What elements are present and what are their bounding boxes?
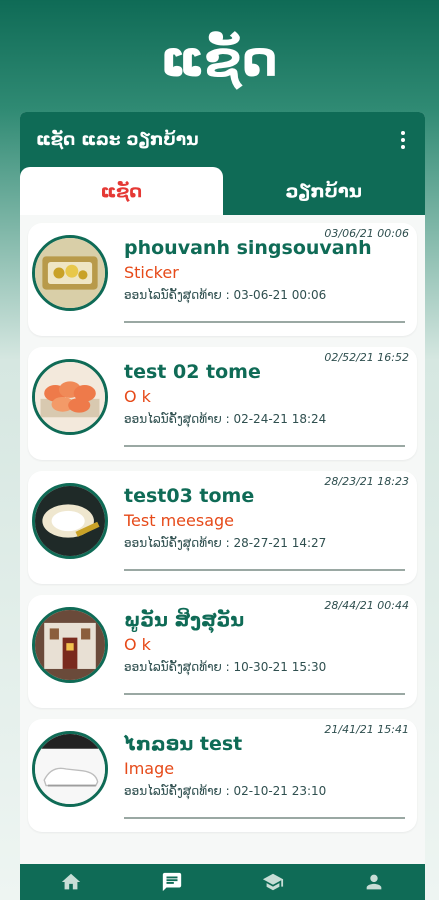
app-title: ແຊັດ (160, 30, 279, 88)
card-header: ແຊັດ ແລະ ວຽກບ້ານ (20, 112, 425, 167)
nav-chat[interactable] (152, 867, 192, 897)
avatar (32, 359, 108, 435)
more-vert-icon[interactable] (397, 127, 409, 153)
last-message: O k (124, 635, 151, 654)
contact-name: test03 tome (124, 485, 255, 507)
last-online: ອອນໄລນ໌ຄັ້ງສຸດທ້າຍ : 03-06-21 00:06 (124, 288, 327, 302)
school-icon (263, 873, 284, 891)
last-message: Sticker (124, 263, 179, 282)
person-icon (367, 874, 382, 890)
last-online: ອອນໄລນ໌ຄັ້ງສຸດທ້າຍ : 02-24-21 18:24 (124, 412, 327, 426)
last-online: ອອນໄລນ໌ຄັ້ງສຸດທ້າຍ : 02-10-21 23:10 (124, 784, 327, 798)
bottom-navigation (20, 864, 425, 900)
chat-list-item[interactable]: 21/41/21 15:41 ໄກລອນ test Image ອອນໄລນ໌ຄ… (28, 719, 417, 832)
chat-list-item[interactable]: 02/52/21 16:52 test 02 tome O k ອອນໄລນ໌ຄ… (28, 347, 417, 460)
sushi-avatar-icon (35, 362, 105, 432)
jewelry-avatar-icon (35, 238, 105, 308)
divider (124, 569, 405, 571)
last-online: ອອນໄລນ໌ຄັ້ງສຸດທ້າຍ : 28-27-21 14:27 (124, 536, 327, 550)
contact-name: test 02 tome (124, 361, 261, 383)
tab-chat[interactable]: ແຊັດ (20, 167, 223, 215)
divider (124, 445, 405, 447)
nav-profile[interactable] (354, 867, 394, 897)
last-message: Image (124, 759, 175, 778)
avatar (32, 235, 108, 311)
nav-home[interactable] (51, 867, 91, 897)
nav-school[interactable] (253, 867, 293, 897)
chat-card: ແຊັດ ແລະ ວຽກບ້ານ ແຊັດ ວຽກບ້ານ 03/06/21 0… (20, 112, 425, 864)
avatar (32, 731, 108, 807)
avatar (32, 607, 108, 683)
chat-list-item[interactable]: 28/44/21 00:44 ພູວັນ ສິງສຸວັນ O k ອອນໄລນ… (28, 595, 417, 708)
avatar (32, 483, 108, 559)
plate-avatar-icon (35, 486, 105, 556)
building-avatar-icon (35, 610, 105, 680)
home-icon (61, 873, 80, 890)
contact-name: ພູວັນ ສິງສຸວັນ (124, 609, 245, 631)
tab-bar: ແຊັດ ວຽກບ້ານ (20, 167, 425, 215)
last-message: O k (124, 387, 151, 406)
contact-name: phouvanh singsouvanh (124, 237, 372, 259)
tab-homework[interactable]: ວຽກບ້ານ (223, 167, 426, 215)
chat-list: 03/06/21 00:06 phouvanh singsouvanh Stic… (20, 215, 425, 832)
contact-name: ໄກລອນ test (124, 733, 243, 755)
shoe-avatar-icon (35, 734, 105, 804)
divider (124, 817, 405, 819)
chat-list-item[interactable]: 03/06/21 00:06 phouvanh singsouvanh Stic… (28, 223, 417, 336)
divider (124, 321, 405, 323)
header-title: ແຊັດ ແລະ ວຽກບ້ານ (36, 129, 199, 150)
last-online: ອອນໄລນ໌ຄັ້ງສຸດທ້າຍ : 10-30-21 15:30 (124, 660, 327, 674)
chat-icon (162, 872, 182, 892)
chat-list-item[interactable]: 28/23/21 18:23 test03 tome Test meesage … (28, 471, 417, 584)
divider (124, 693, 405, 695)
last-message: Test meesage (124, 511, 235, 530)
